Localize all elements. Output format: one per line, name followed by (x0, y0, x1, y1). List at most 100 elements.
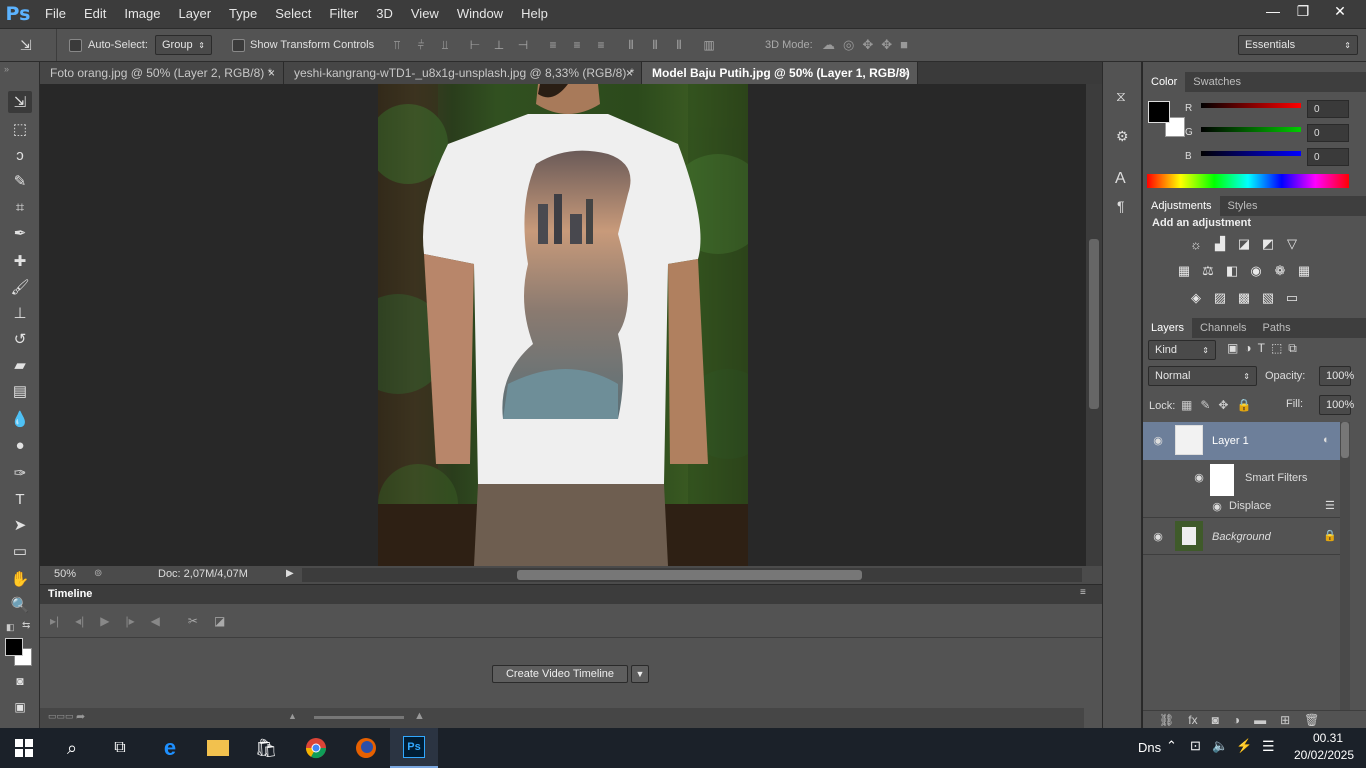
quick-mask-icon[interactable]: ◙ (8, 670, 32, 692)
history-panel-icon[interactable]: ⧖ (1116, 88, 1126, 105)
align-top-icon[interactable]: ⫪ (390, 38, 404, 52)
brush-tool-icon[interactable]: 🖌 (8, 276, 32, 298)
align-vcenter-icon[interactable]: ⫩ (414, 38, 428, 52)
crop-tool-icon[interactable]: ⌗ (8, 196, 32, 218)
menu-help[interactable]: Help (512, 0, 557, 28)
selective-color-icon[interactable]: ▧ (1259, 289, 1277, 307)
new-group-icon[interactable]: ▬ (1254, 713, 1266, 727)
color-foreground-swatch[interactable] (1148, 101, 1170, 123)
edge-icon[interactable]: e (146, 728, 194, 768)
align-bottom-icon[interactable]: ⫫ (438, 38, 452, 52)
distribute-top-icon[interactable]: ≡ (546, 38, 560, 52)
r-slider[interactable] (1201, 103, 1301, 108)
3d-pan-icon[interactable]: ✥ (862, 37, 873, 53)
timeline-type-dropdown-icon[interactable]: ▼ (631, 665, 649, 683)
chrome-icon[interactable] (292, 728, 340, 768)
clone-stamp-tool-icon[interactable]: ⊥ (8, 302, 32, 324)
pen-tool-icon[interactable]: ✑ (8, 462, 32, 484)
screen-mode-icon[interactable]: ▣ (8, 696, 32, 718)
history-brush-tool-icon[interactable]: ↺ (8, 328, 32, 350)
default-colors-icon[interactable]: ◧ (6, 622, 15, 633)
displace-filter-row[interactable]: ◉ Displace ☰ (1143, 494, 1350, 518)
distribute-bottom-icon[interactable]: ≡ (594, 38, 608, 52)
shape-filter-icon[interactable]: ⬚ (1271, 341, 1282, 356)
audio-icon[interactable]: ◀ (151, 614, 160, 628)
restore-button[interactable]: ❐ (1288, 0, 1318, 22)
visibility-eye-icon[interactable]: ◉ (1191, 471, 1207, 484)
visibility-eye-icon[interactable]: ◉ (1150, 434, 1166, 447)
exposure-icon[interactable]: ◩ (1259, 235, 1277, 253)
tab-foto-orang[interactable]: Foto orang.jpg @ 50% (Layer 2, RGB/8) * × (40, 62, 284, 84)
menu-image[interactable]: Image (115, 0, 169, 28)
tab-channels[interactable]: Channels (1192, 318, 1254, 338)
path-selection-tool-icon[interactable]: ➤ (8, 514, 32, 536)
menu-window[interactable]: Window (448, 0, 512, 28)
zoom-in-timeline-icon[interactable]: ▲ (414, 710, 425, 722)
menu-layer[interactable]: Layer (170, 0, 221, 28)
windows-start-icon[interactable] (0, 728, 48, 768)
auto-select-dropdown[interactable]: Group ⇕ (155, 35, 212, 55)
color-lookup-icon[interactable]: ▦ (1295, 262, 1313, 280)
minimize-button[interactable]: — (1258, 0, 1288, 22)
paragraph-panel-icon[interactable]: ¶ (1117, 198, 1125, 214)
gradient-tool-icon[interactable]: ▤ (8, 380, 32, 402)
transition-icon[interactable]: ◪ (214, 614, 225, 628)
close-tab-icon[interactable]: × (626, 62, 633, 84)
levels-icon[interactable]: ▟ (1211, 235, 1229, 253)
foreground-color-swatch[interactable] (5, 638, 23, 656)
tab-swatches[interactable]: Swatches (1185, 72, 1249, 92)
document-image[interactable] (378, 84, 748, 566)
eyedropper-tool-icon[interactable]: ✒ (8, 222, 32, 244)
menu-3d[interactable]: 3D (367, 0, 402, 28)
gradient-map-icon[interactable]: ▭ (1283, 289, 1301, 307)
opacity-input[interactable]: 100% (1319, 366, 1354, 386)
type-tool-icon[interactable]: T (8, 488, 32, 510)
layers-scroll-thumb[interactable] (1341, 422, 1349, 458)
convert-frame-icon[interactable]: ▭▭▭ (48, 711, 74, 722)
pixel-filter-icon[interactable]: ▣ (1227, 341, 1238, 356)
move-tool-icon[interactable]: ⇲ (8, 91, 32, 113)
g-slider[interactable] (1201, 127, 1301, 132)
status-options-icon[interactable]: ⊚ (94, 568, 102, 579)
previous-frame-icon[interactable]: ◂| (75, 614, 84, 628)
rectangle-tool-icon[interactable]: ▭ (8, 540, 32, 562)
b-slider[interactable] (1201, 151, 1301, 156)
tab-yeshi-kangrang[interactable]: yeshi-kangrang-wTD1-_u8x1g-unsplash.jpg … (284, 62, 642, 84)
link-layers-icon[interactable]: ⛓ (1159, 713, 1174, 727)
eraser-tool-icon[interactable]: ▰ (8, 354, 32, 376)
channel-mixer-icon[interactable]: ❁ (1271, 262, 1289, 280)
3d-orbit-icon[interactable]: ☁ (822, 37, 835, 53)
type-filter-icon[interactable]: T (1258, 341, 1265, 356)
horizontal-scroll-thumb[interactable] (517, 570, 862, 580)
hand-tool-icon[interactable]: ✋ (8, 568, 32, 590)
fill-input[interactable]: 100% (1319, 395, 1354, 415)
quick-selection-tool-icon[interactable]: ✎ (8, 170, 32, 192)
g-value[interactable]: 0 (1307, 124, 1349, 142)
align-right-icon[interactable]: ⊣ (516, 38, 530, 52)
menu-select[interactable]: Select (266, 0, 320, 28)
brightness-contrast-icon[interactable]: ☼ (1187, 235, 1205, 253)
lock-position-icon[interactable]: ✥ (1218, 398, 1228, 412)
dodge-tool-icon[interactable]: ● (8, 434, 32, 456)
tab-styles[interactable]: Styles (1220, 196, 1266, 216)
visibility-eye-icon[interactable]: ◉ (1150, 530, 1166, 543)
auto-select-checkbox[interactable] (69, 39, 82, 52)
healing-brush-tool-icon[interactable]: ✚ (8, 250, 32, 272)
3d-roll-icon[interactable]: ◎ (843, 37, 854, 53)
create-video-timeline-button[interactable]: Create Video Timeline (492, 665, 628, 683)
play-icon[interactable]: ▶ (100, 614, 109, 628)
store-icon[interactable]: 🛍 (242, 728, 290, 768)
background-layer-row[interactable]: ◉ Background 🔒 (1143, 518, 1350, 555)
layers-scrollbar[interactable] (1340, 422, 1350, 728)
layer-style-fx-icon[interactable]: fx (1188, 713, 1197, 727)
timeline-menu-icon[interactable]: ≡ (1080, 587, 1086, 598)
align-left-icon[interactable]: ⊢ (468, 38, 482, 52)
distribute-hcenter-icon[interactable]: ⫴ (648, 38, 662, 52)
move-tool-preset-icon[interactable]: ⇲ (20, 37, 32, 54)
posterize-icon[interactable]: ▨ (1211, 289, 1229, 307)
b-value[interactable]: 0 (1307, 148, 1349, 166)
zoom-out-timeline-icon[interactable]: ▲ (288, 711, 297, 721)
photoshop-taskbar-icon[interactable]: Ps (390, 728, 438, 768)
layer-1-row[interactable]: ◉ Layer 1 ◐ (1143, 422, 1350, 460)
search-icon[interactable]: ⌕ (48, 728, 96, 768)
